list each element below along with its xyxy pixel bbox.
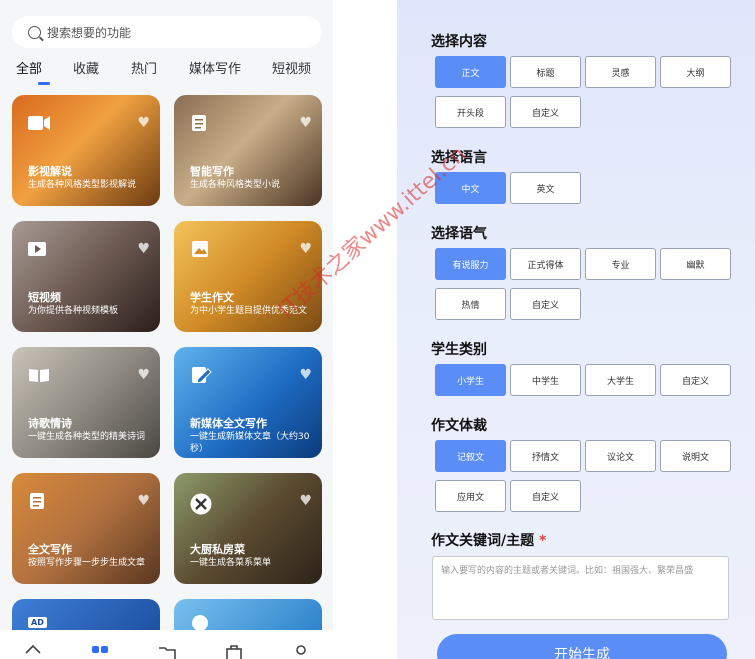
favorite-heart-icon[interactable]: ♥ [137,367,150,383]
keywords-title-text: 作文关键词/主题 [431,533,535,549]
favorite-heart-icon[interactable]: ♥ [137,493,150,509]
search-placeholder: 搜索想要的功能 [47,25,132,40]
search-bar[interactable]: 搜索想要的功能 [12,16,322,48]
option-content-inspiration[interactable]: 灵感 [585,56,656,88]
ad-badge: AD [28,617,47,628]
favorite-heart-icon[interactable]: ♥ [137,115,150,131]
tab-favorites[interactable]: 收藏 [73,58,99,77]
option-genre-lyrical[interactable]: 抒情文 [510,440,581,472]
card-title: 大厨私房菜 [190,543,245,556]
card-title: 影视解说 [28,165,72,178]
tab-hot[interactable]: 热门 [131,58,157,77]
card-new-media-writing[interactable]: ♥ 新媒体全文写作 一键生成新媒体文章（大约30秒） [174,347,322,458]
option-genre-practical[interactable]: 应用文 [435,480,506,512]
chart-icon [192,615,208,631]
option-tone-enthusiastic[interactable]: 热情 [435,288,506,320]
tab-indicator [38,82,50,85]
card-full-writing[interactable]: ♥ 全文写作 按照写作步骤一步步生成文章 [12,473,160,584]
utensils-icon [190,493,212,515]
video-camera-icon [28,116,50,130]
option-tone-formal[interactable]: 正式得体 [510,248,581,280]
card-title: 短视频 [28,291,61,304]
card-desc: 一键生成各菜系菜单 [190,558,272,568]
start-generate-button[interactable]: 开始生成 [437,634,727,659]
document-list-icon [30,493,44,509]
card-desc: 生成各种风格类型小说 [190,180,281,190]
folder-icon[interactable] [158,644,176,659]
card-title: 诗歌情诗 [28,417,72,430]
option-tone-persuasive[interactable]: 有说服力 [435,248,506,280]
home-icon[interactable] [24,644,42,659]
option-content-outline[interactable]: 大纲 [660,56,731,88]
card-title: 新媒体全文写作 [190,417,267,430]
edit-note-icon [192,367,212,383]
option-student-college[interactable]: 大学生 [585,364,656,396]
card-desc: 为你提供各种视频模板 [28,306,119,316]
option-content-opening[interactable]: 开头段 [435,96,506,128]
tab-all[interactable]: 全部 [16,58,42,77]
section-title-language: 选择语言 [431,150,487,166]
section-title-genre: 作文体裁 [431,418,487,434]
search-icon [28,25,41,39]
card-smart-writing[interactable]: ♥ 智能写作 生成各种风格类型小说 [174,95,322,206]
section-title-student: 学生类别 [431,342,487,358]
option-content-body[interactable]: 正文 [435,56,506,88]
card-title: 全文写作 [28,543,72,556]
option-genre-expository[interactable]: 说明文 [660,440,731,472]
favorite-heart-icon[interactable]: ♥ [299,241,312,257]
category-tabs: 全部 收藏 热门 媒体写作 短视频 [16,58,316,88]
profile-icon[interactable] [292,644,310,659]
card-desc: 一键生成新媒体文章（大约30秒） [190,432,310,454]
card-desc: 按照写作步骤一步步生成文章 [28,558,146,568]
card-title: 学生作文 [190,291,234,304]
option-content-title[interactable]: 标题 [510,56,581,88]
option-tone-humorous[interactable]: 幽默 [660,248,731,280]
card-student-essay[interactable]: ♥ 学生作文 为中小学生题目提供优秀范文 [174,221,322,332]
feature-list-panel: 搜索想要的功能 全部 收藏 热门 媒体写作 短视频 ♥ 影视解说 生成各种风格类… [0,0,333,659]
card-desc: 为中小学生题目提供优秀范文 [190,306,308,316]
option-student-custom[interactable]: 自定义 [660,364,731,396]
favorite-heart-icon[interactable]: ♥ [299,115,312,131]
option-student-primary[interactable]: 小学生 [435,364,506,396]
tab-short-video[interactable]: 短视频 [272,58,311,77]
tab-media-writing[interactable]: 媒体写作 [189,58,241,77]
option-tone-custom[interactable]: 自定义 [510,288,581,320]
panel-divider [333,0,397,659]
option-genre-narrative[interactable]: 记叙文 [435,440,506,472]
apps-grid-icon[interactable] [91,644,109,659]
play-video-icon [28,242,46,256]
option-tone-professional[interactable]: 专业 [585,248,656,280]
open-book-icon [29,369,49,382]
card-title: 智能写作 [190,165,234,178]
briefcase-icon[interactable] [225,644,243,659]
option-language-chinese[interactable]: 中文 [435,172,506,204]
favorite-heart-icon[interactable]: ♥ [299,493,312,509]
section-title-content: 选择内容 [431,34,487,50]
required-mark: * [539,533,547,549]
picture-icon [192,241,208,257]
card-desc: 生成各种风格类型影视解说 [28,180,137,190]
option-genre-argumentative[interactable]: 议论文 [585,440,656,472]
option-student-middle[interactable]: 中学生 [510,364,581,396]
card-short-video[interactable]: ♥ 短视频 为你提供各种视频模板 [12,221,160,332]
favorite-heart-icon[interactable]: ♥ [137,241,150,257]
card-desc: 一键生成各种类型的精美诗词 [28,432,146,442]
option-language-english[interactable]: 英文 [510,172,581,204]
card-poetry[interactable]: ♥ 诗歌情诗 一键生成各种类型的精美诗词 [12,347,160,458]
section-title-keywords: 作文关键词/主题 * [431,530,546,550]
card-chef-recipes[interactable]: ♥ 大厨私房菜 一键生成各菜系菜单 [174,473,322,584]
option-content-custom[interactable]: 自定义 [510,96,581,128]
keywords-input[interactable]: 输入要写的内容的主题或者关键词。比如：祖国强大、繁荣昌盛 [432,556,729,620]
option-genre-custom[interactable]: 自定义 [510,480,581,512]
section-title-tone: 选择语气 [431,226,487,242]
document-list-icon [192,115,206,131]
favorite-heart-icon[interactable]: ♥ [299,367,312,383]
bottom-navigation [0,630,333,659]
essay-settings-panel: 选择内容 正文 标题 灵感 大纲 开头段 自定义 选择语言 中文 英文 选择语气… [397,0,755,659]
card-film-commentary[interactable]: ♥ 影视解说 生成各种风格类型影视解说 [12,95,160,206]
